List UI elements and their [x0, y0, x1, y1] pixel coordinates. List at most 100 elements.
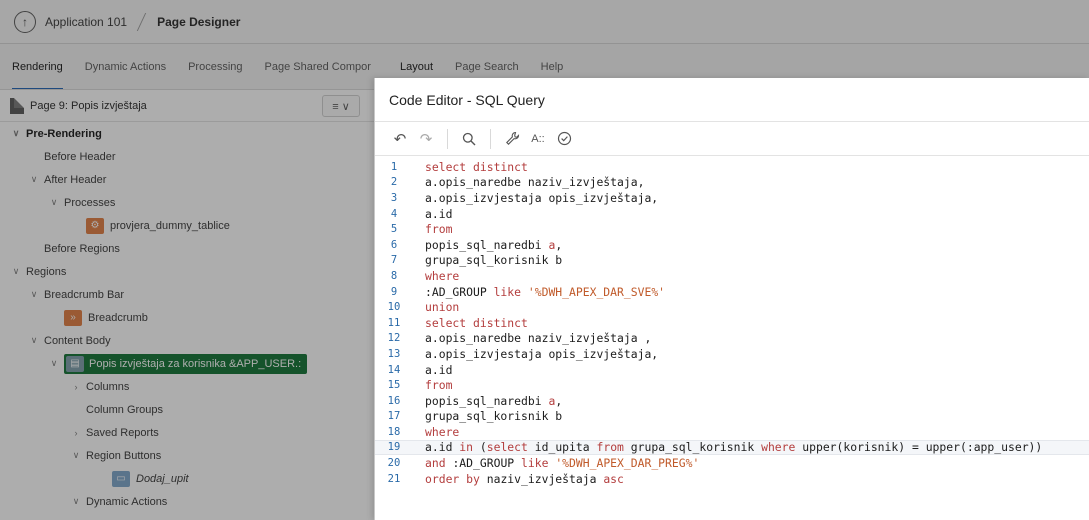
chevron-icon[interactable]: ∨ — [10, 266, 22, 277]
code-line[interactable]: 15 from — [375, 377, 1089, 393]
code-token: a.opis_izvjestaja opis_izvještaja, — [425, 190, 659, 205]
tree-node-label: Columns — [86, 380, 130, 393]
tree-node[interactable]: ∨ Region Buttons — [0, 444, 374, 467]
code-text: where — [413, 425, 459, 439]
line-number: 17 — [387, 410, 401, 423]
sql-code-area[interactable]: 1 select distinct 2 a.opis_naredbe naziv_iz… — [375, 156, 1089, 486]
code-line[interactable]: 9:AD_GROUP like '%DWH_APEX_DAR_SVE%' — [375, 284, 1089, 300]
breadcrumb-application[interactable]: Application 101 — [45, 15, 127, 29]
tree-node-label: Popis izvještaja za korisnika &APP_USER.… — [89, 357, 302, 370]
selected-node-highlight[interactable]: ▤ Popis izvještaja za korisnika &APP_USER… — [64, 353, 308, 374]
code-line[interactable]: 13 a.opis_izvjestaja opis_izvještaja, — [375, 346, 1089, 362]
code-line[interactable]: 3 a.opis_izvjestaja opis_izvještaja, — [375, 190, 1089, 206]
code-line[interactable]: 19 a.id in (select id_upita from grupa_sq… — [375, 439, 1089, 456]
code-text: and :AD_GROUP like '%DWH_APEX_DAR_PREG%' — [413, 456, 699, 470]
code-line[interactable]: 4 a.id — [375, 206, 1089, 222]
arrow-up-circle-icon[interactable]: ↑ — [14, 10, 36, 33]
toolbar-divider — [490, 128, 491, 149]
tree-node[interactable]: › Columns — [0, 375, 374, 398]
tree-node[interactable]: › Saved Reports — [0, 421, 374, 444]
code-token: select distinct — [425, 315, 528, 330]
undo-icon[interactable]: ↶ — [387, 126, 413, 152]
code-line[interactable]: 20 and :AD_GROUP like '%DWH_APEX_DAR_PREG… — [375, 455, 1089, 471]
chevron-icon[interactable]: › — [70, 382, 82, 392]
tree-node[interactable]: ∨ Dynamic Actions — [0, 490, 374, 513]
tree-nodes: ∨ Pre-Rendering Before Header ∨ After Header… — [0, 122, 374, 513]
tab-help[interactable]: Help — [541, 56, 564, 78]
code-token: order by — [425, 471, 487, 486]
check-circle-icon[interactable] — [551, 126, 577, 152]
code-line[interactable]: 10 union — [375, 299, 1089, 315]
code-text: popis_sql_naredbi a, — [413, 238, 562, 252]
chevron-icon[interactable]: ∨ — [70, 496, 82, 507]
wrench-icon[interactable] — [499, 126, 525, 152]
code-token: a.id — [425, 206, 453, 221]
code-line[interactable]: 5 from — [375, 221, 1089, 237]
tree-menu-button[interactable]: ≡ ∨ — [322, 95, 360, 117]
tree-node[interactable]: Before Header — [0, 145, 374, 168]
tree-node[interactable]: Before Regions — [0, 237, 374, 260]
code-token: select distinct — [425, 159, 528, 174]
tree-node[interactable]: Column Groups — [0, 398, 374, 421]
tree-node[interactable]: ∨ Content Body — [0, 329, 374, 352]
code-line[interactable]: 6 popis_sql_naredbi a, — [375, 237, 1089, 253]
code-line[interactable]: 8 where — [375, 268, 1089, 284]
code-line[interactable]: 14 a.id — [375, 362, 1089, 378]
tree-node[interactable]: ∨ Regions — [0, 260, 374, 283]
code-line[interactable]: 2 a.opis_naredbe naziv_izvještaja, — [375, 175, 1089, 191]
line-number: 18 — [387, 425, 401, 438]
chevron-icon[interactable]: ∨ — [10, 128, 22, 139]
chevron-icon[interactable]: ∨ — [28, 174, 40, 185]
code-token: '%DWH_APEX_DAR_SVE%' — [527, 284, 666, 299]
tree-node-label: Dynamic Actions — [86, 495, 168, 508]
tab-page-search[interactable]: Page Search — [455, 56, 519, 78]
chevron-icon[interactable]: ∨ — [48, 197, 60, 208]
code-token: where — [425, 424, 460, 439]
tree-node-label: provjera_dummy_tablice — [110, 219, 230, 232]
tree-node-label: Content Body — [44, 334, 111, 347]
code-line[interactable]: 18 where — [375, 424, 1089, 440]
tree-node[interactable]: ∨ After Header — [0, 168, 374, 191]
code-token: union — [425, 300, 460, 315]
code-text: a.id — [413, 207, 452, 221]
code-line[interactable]: 7 grupa_sql_korisnik b — [375, 253, 1089, 269]
code-line[interactable]: 1 select distinct — [375, 159, 1089, 175]
tree-node[interactable]: ∨ Processes — [0, 191, 374, 214]
code-text: popis_sql_naredbi a, — [413, 394, 562, 408]
chevron-icon[interactable]: ∨ — [28, 289, 40, 300]
code-token: , — [555, 237, 563, 252]
code-line[interactable]: 11 select distinct — [375, 315, 1089, 331]
tab-dynamic-actions[interactable]: Dynamic Actions — [85, 56, 166, 78]
tab-processing[interactable]: Processing — [188, 56, 242, 78]
page-title[interactable]: Page 9: Popis izvještaja — [30, 100, 147, 112]
code-token: a.opis_naredbe naziv_izvještaja, — [425, 175, 645, 190]
tree-node[interactable]: ▭ Dodaj_upit — [0, 467, 374, 490]
code-token: grupa_sql_korisnik — [630, 440, 762, 455]
line-number: 3 — [390, 191, 398, 204]
code-line[interactable]: 17 grupa_sql_korisnik b — [375, 409, 1089, 425]
code-token: like — [521, 456, 556, 471]
chevron-icon[interactable]: ∨ — [28, 335, 40, 346]
tree-node[interactable]: ∨ ▤ Popis izvještaja za korisnika &APP_USE… — [0, 352, 374, 375]
code-line[interactable]: 16 popis_sql_naredbi a, — [375, 393, 1089, 409]
redo-icon[interactable]: ↷ — [413, 126, 439, 152]
code-token: and — [425, 456, 453, 471]
autocomplete-button[interactable]: A:: — [525, 126, 551, 152]
chevron-icon[interactable]: › — [70, 428, 82, 438]
tree-node[interactable]: ∨ Breadcrumb Bar — [0, 283, 374, 306]
tab-layout[interactable]: Layout — [400, 56, 434, 90]
tree-node[interactable]: ⚙ provjera_dummy_tablice — [0, 214, 374, 237]
code-token: grupa_sql_korisnik b — [425, 253, 563, 268]
search-icon[interactable] — [456, 126, 482, 152]
code-line[interactable]: 12 a.opis_naredbe naziv_izvještaja , — [375, 331, 1089, 347]
tree-node[interactable]: » Breadcrumb — [0, 306, 374, 329]
code-line[interactable]: 21 order by naziv_izvještaja asc — [375, 471, 1089, 487]
chevron-icon[interactable]: ∨ — [48, 358, 60, 369]
code-token: naziv_izvještaja — [486, 471, 604, 486]
tab-rendering[interactable]: Rendering — [12, 56, 63, 89]
tree-node[interactable]: ∨ Pre-Rendering — [0, 122, 374, 145]
tab-page-shared-components[interactable]: Page Shared Compor — [265, 56, 371, 78]
breadcrumb-separator — [135, 12, 149, 32]
chevron-icon[interactable]: ∨ — [70, 450, 82, 461]
tree-header: Page 9: Popis izvještaja ≡ ∨ — [0, 90, 374, 122]
